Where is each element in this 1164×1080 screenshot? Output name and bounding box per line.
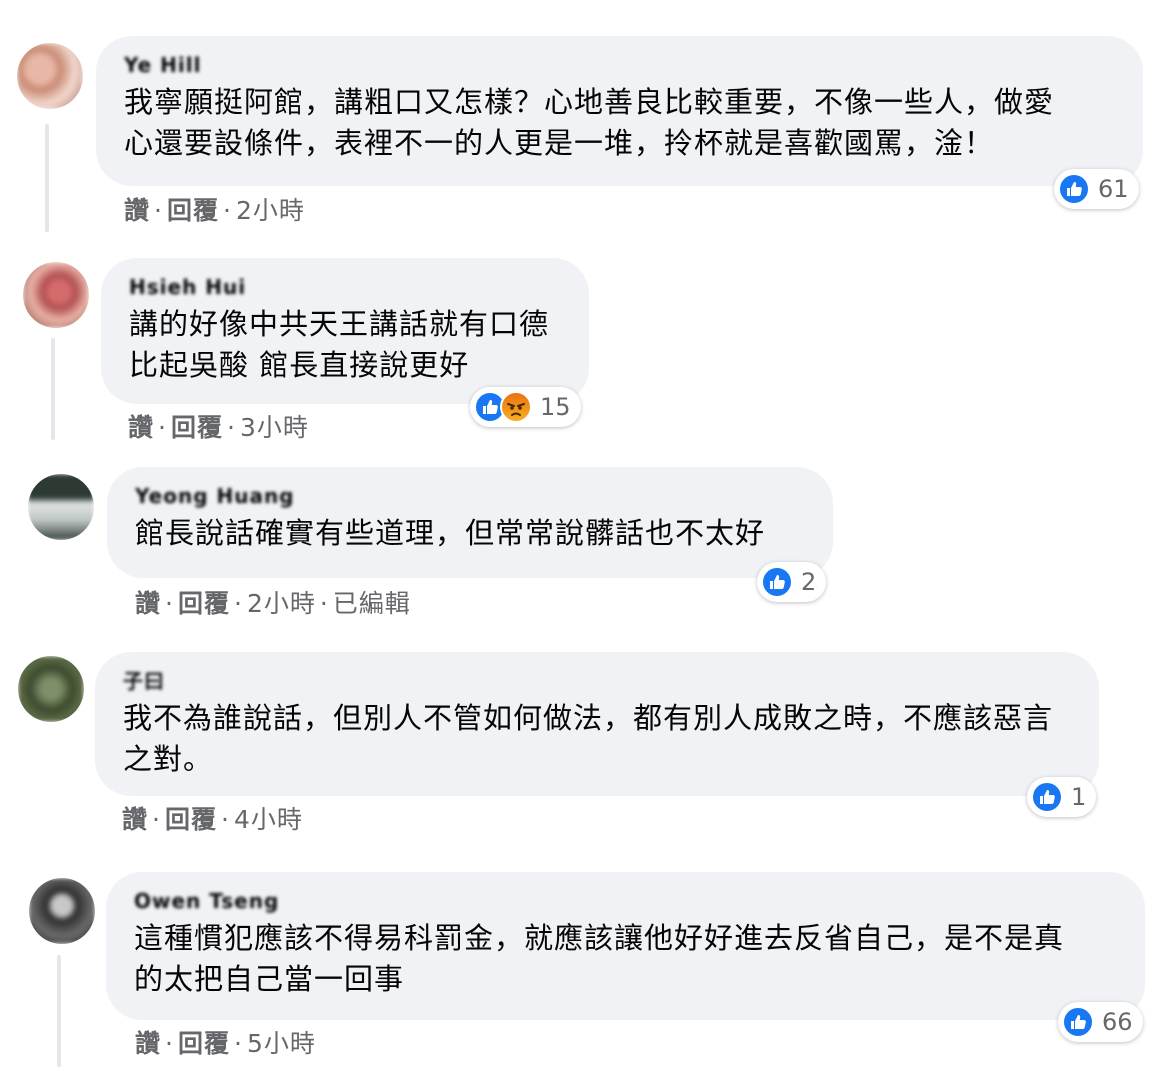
reaction-summary[interactable]: 2 [757,562,827,602]
author-name[interactable]: Ye Hill [124,54,1115,78]
edited-label[interactable]: 已編輯 [333,589,411,618]
reaction-count: 61 [1098,175,1129,203]
reaction-count: 1 [1071,783,1087,811]
comment-bubble: Hsieh Hui 講的好像中共天王講話就有口德 比起吳酸 館長直接說更好 [101,258,589,404]
comment-line: 比起吳酸 館長直接說更好 [129,348,470,382]
avatar[interactable] [23,262,89,328]
timestamp[interactable]: 5小時 [247,1029,316,1058]
separator: · [319,589,329,618]
comment-line: 心還要設條件，表裡不一的人更是一堆，拎杯就是喜歡國罵，淦！ [124,126,995,160]
reaction-count: 66 [1102,1008,1133,1036]
timestamp[interactable]: 2小時 [247,589,316,618]
author-name[interactable]: 子曰 [123,670,1071,694]
separator: · [226,413,236,442]
comment-text: 我寧願挺阿館，講粗口又怎樣？心地善良比較重要，不像一些人，做愛 心還要設條件，表… [124,82,1115,164]
reaction-summary[interactable]: 66 [1058,1002,1143,1042]
like-icon [1031,781,1063,813]
comment-line: 講的好像中共天王講話就有口德 [129,307,550,341]
comment-line: 的太把自己當一回事 [134,962,405,996]
avatar[interactable] [17,43,83,109]
like-link[interactable]: 讚 [135,589,161,618]
separator: · [154,196,163,225]
like-link[interactable]: 讚 [135,1029,161,1058]
comment-line: 之對。 [123,742,214,776]
reply-link[interactable]: 回覆 [167,196,219,225]
comment-actions: 讚 · 回覆 · 2小時 [124,191,305,227]
timestamp[interactable]: 3小時 [240,413,309,442]
thread-line [57,955,61,1067]
comment-bubble: Ye Hill 我寧願挺阿館，講粗口又怎樣？心地善良比較重要，不像一些人，做愛 … [96,36,1143,186]
comment-line: 館長說話確實有些道理，但常常說髒話也不太好 [135,516,766,550]
like-icon [1058,173,1090,205]
separator: · [233,1029,243,1058]
avatar[interactable] [29,878,95,944]
like-icon [761,566,793,598]
comment-text: 館長說話確實有些道理，但常常說髒話也不太好 [135,513,805,554]
avatar[interactable] [18,656,84,722]
timestamp[interactable]: 2小時 [236,196,305,225]
comment-line: 這種慣犯應該不得易科罰金，就應該讓他好好進去反省自己，是不是真 [134,921,1065,955]
comment-text: 這種慣犯應該不得易科罰金，就應該讓他好好進去反省自己，是不是真 的太把自己當一回… [134,918,1117,1000]
reply-link[interactable]: 回覆 [178,589,230,618]
like-link[interactable]: 讚 [122,805,148,834]
comment-bubble: Yeong Huang 館長說話確實有些道理，但常常說髒話也不太好 [107,467,833,578]
avatar[interactable] [28,474,94,540]
reaction-count: 15 [540,393,571,421]
reply-link[interactable]: 回覆 [165,805,217,834]
author-name[interactable]: Yeong Huang [135,485,805,509]
comment-actions: 讚 · 回覆 · 4小時 [122,800,303,836]
comment-line: 我不為誰說話，但別人不管如何做法，都有別人成敗之時，不應該惡言 [123,701,1054,735]
separator: · [165,1029,174,1058]
reaction-summary[interactable]: 1 [1027,777,1097,817]
thread-line [45,124,49,232]
separator: · [165,589,174,618]
timestamp[interactable]: 4小時 [234,805,303,834]
reply-link[interactable]: 回覆 [171,413,223,442]
like-link[interactable]: 讚 [128,413,154,442]
comment-bubble: 子曰 我不為誰說話，但別人不管如何做法，都有別人成敗之時，不應該惡言 之對。 [95,652,1099,796]
angry-icon [500,391,532,423]
reaction-summary[interactable]: 61 [1054,169,1139,209]
comment-bubble: Owen Tseng 這種慣犯應該不得易科罰金，就應該讓他好好進去反省自己，是不… [106,872,1145,1020]
separator: · [152,805,161,834]
separator: · [220,805,230,834]
reaction-count: 2 [801,568,817,596]
comment-text: 講的好像中共天王講話就有口德 比起吳酸 館長直接說更好 [129,304,561,386]
separator: · [222,196,232,225]
author-name[interactable]: Owen Tseng [134,890,1117,914]
like-icon [1062,1006,1094,1038]
separator: · [158,413,167,442]
reaction-summary[interactable]: 15 [470,387,581,427]
comment-actions: 讚 · 回覆 · 5小時 [135,1024,316,1060]
comment-line: 我寧願挺阿館，講粗口又怎樣？心地善良比較重要，不像一些人，做愛 [124,85,1055,119]
comment-actions: 讚 · 回覆 · 2小時 · 已編輯 [135,584,411,620]
reply-link[interactable]: 回覆 [178,1029,230,1058]
like-link[interactable]: 讚 [124,196,150,225]
thread-line [51,338,55,440]
author-name[interactable]: Hsieh Hui [129,276,561,300]
comment-text: 我不為誰說話，但別人不管如何做法，都有別人成敗之時，不應該惡言 之對。 [123,698,1071,780]
separator: · [233,589,243,618]
comment-actions: 讚 · 回覆 · 3小時 [128,408,309,444]
